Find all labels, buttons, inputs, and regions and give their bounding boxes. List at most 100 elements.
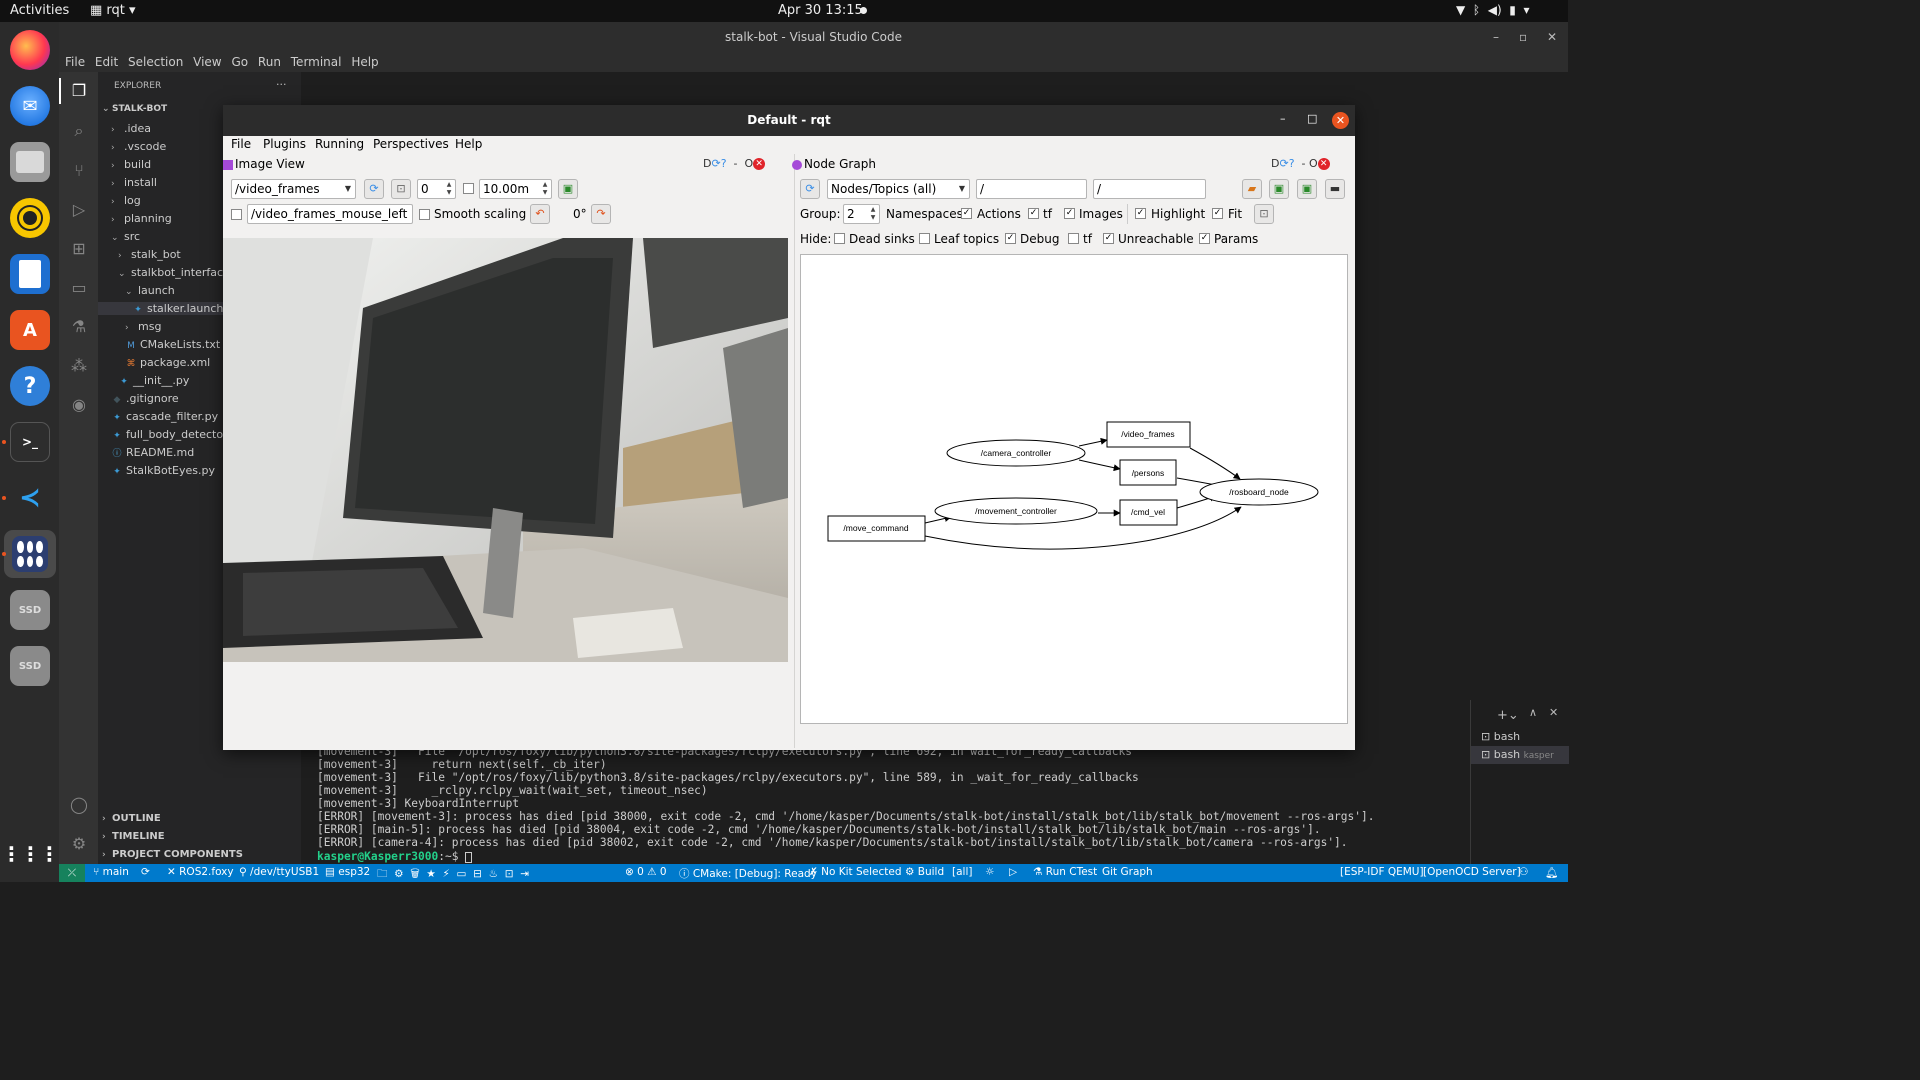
zoom-button[interactable]: ⊡ bbox=[391, 179, 411, 199]
project-components-section[interactable]: › PROJECT COMPONENTS bbox=[102, 849, 243, 860]
save-dot-icon[interactable]: ▣ bbox=[1269, 179, 1289, 199]
highlight-checkbox[interactable]: ✓ bbox=[1135, 208, 1146, 219]
notifications-bell-icon[interactable]: 🔔︎ bbox=[1545, 866, 1558, 879]
port-status[interactable]: ⚲ /dev/ttyUSB1 bbox=[239, 866, 319, 878]
duration-spinner[interactable]: 10.00m ▲ ▼ bbox=[479, 179, 552, 199]
debug-bug-icon[interactable]: ☼ bbox=[985, 866, 994, 878]
rqt-minimize-icon[interactable]: – bbox=[1280, 112, 1286, 125]
settings-gear-icon[interactable]: ⚙ bbox=[68, 833, 90, 855]
build-target[interactable]: [all] bbox=[952, 866, 972, 878]
writer-icon[interactable] bbox=[10, 254, 50, 294]
ros-icon[interactable]: ⁂ bbox=[68, 355, 90, 377]
rqt-menu-perspectives[interactable]: Perspectives bbox=[373, 137, 449, 151]
rqt-menu-running[interactable]: Running bbox=[315, 137, 364, 151]
search-icon[interactable]: ⌕ bbox=[68, 120, 90, 142]
files-icon[interactable] bbox=[10, 142, 50, 182]
dead-sinks-checkbox[interactable] bbox=[834, 233, 845, 244]
images-checkbox[interactable]: ✓ bbox=[1064, 208, 1075, 219]
rqt-menu-file[interactable]: File bbox=[231, 137, 251, 151]
refresh-topics-button[interactable]: ⟳ bbox=[364, 179, 384, 199]
params-checkbox[interactable]: ✓ bbox=[1199, 233, 1210, 244]
refresh-graph-button[interactable]: ⟳ bbox=[800, 179, 820, 199]
graph-topic-cmd-vel[interactable]: /cmd_vel bbox=[1119, 499, 1178, 526]
graph-topic-move-command[interactable]: /move_command bbox=[827, 515, 926, 542]
kit-status[interactable]: ✗ No Kit Selected bbox=[809, 866, 902, 878]
build-button[interactable]: ⚙ Build bbox=[905, 866, 944, 878]
terminal-prompt[interactable]: kasper@Kasperr3000:~$ bbox=[317, 850, 473, 863]
ctest-status[interactable]: ⚗ Run CTest bbox=[1033, 866, 1097, 878]
graph-node-movement-controller[interactable]: /movement_controller bbox=[934, 497, 1098, 525]
chevron-up-icon[interactable]: ∧ bbox=[1529, 706, 1537, 719]
node-filter-input[interactable]: / bbox=[976, 179, 1087, 199]
menu-edit[interactable]: Edit bbox=[95, 52, 118, 72]
rqt-menu-plugins[interactable]: Plugins bbox=[263, 137, 306, 151]
explorer-icon[interactable]: ❐ bbox=[68, 80, 90, 102]
ssd-drive-icon[interactable]: SSD bbox=[10, 590, 50, 630]
close-icon[interactable]: ✕ bbox=[1547, 22, 1557, 52]
topic-filter-input[interactable]: / bbox=[1093, 179, 1206, 199]
timeline-section[interactable]: › TIMELINE bbox=[102, 831, 165, 842]
show-apps-icon[interactable]: ⋮⋮⋮ bbox=[2, 834, 60, 874]
cmake-status[interactable]: ⓘ CMake: [Debug]: Ready bbox=[679, 866, 817, 881]
feedback-icon[interactable]: ⚇ bbox=[1519, 866, 1528, 878]
new-terminal-icon[interactable]: +⌄ bbox=[1497, 708, 1519, 723]
save-image-icon[interactable]: ▬ bbox=[1325, 179, 1345, 199]
graph-node-camera-controller[interactable]: /camera_controller bbox=[946, 439, 1086, 467]
branch-status[interactable]: ⑂ main bbox=[93, 866, 129, 878]
qemu-status[interactable]: [ESP-IDF QEMU] bbox=[1340, 866, 1424, 878]
rqt-menu-help[interactable]: Help bbox=[455, 137, 482, 151]
save-svg-icon[interactable]: ▣ bbox=[1297, 179, 1317, 199]
rqt-close-icon[interactable]: ✕ bbox=[1332, 112, 1349, 129]
graph-topic-persons[interactable]: /persons bbox=[1119, 459, 1177, 486]
run-debug-icon[interactable]: ▷ bbox=[68, 199, 90, 221]
tf-hide-checkbox[interactable] bbox=[1068, 233, 1079, 244]
smooth-scaling-checkbox[interactable] bbox=[419, 209, 430, 220]
menu-view[interactable]: View bbox=[193, 52, 221, 72]
graph-topic-video-frames[interactable]: /video_frames bbox=[1106, 421, 1191, 448]
app-menu[interactable]: ▦ rqt ▾ bbox=[90, 3, 136, 18]
menu-selection[interactable]: Selection bbox=[128, 52, 183, 72]
ssd-drive-icon[interactable]: SSD bbox=[10, 646, 50, 686]
testing-icon[interactable]: ⚗ bbox=[68, 316, 90, 338]
rotate-right-icon[interactable]: ↷ bbox=[591, 204, 611, 224]
menu-file[interactable]: File bbox=[65, 52, 85, 72]
image-view-dock-controls[interactable]: D⟳? - O ✕ bbox=[703, 157, 766, 170]
idf-tools-icons[interactable]: 🗀 ⚙ 🗑 ★ ⚡ ▭ ⊟ ♨ ⊡ ⇥ bbox=[377, 866, 529, 884]
graph-node-rosboard[interactable]: /rosboard_node bbox=[1199, 478, 1319, 506]
openocd-status[interactable]: [OpenOCD Server] bbox=[1423, 866, 1521, 878]
activities-button[interactable]: Activities bbox=[10, 3, 69, 18]
graph-mode-select[interactable]: Nodes/Topics (all) ▼ bbox=[827, 179, 970, 199]
node-graph-dock-controls[interactable]: D⟳? - O ✕ bbox=[1271, 157, 1330, 170]
mouse-publish-checkbox[interactable] bbox=[231, 209, 242, 220]
clock[interactable]: Apr 30 13:15 bbox=[778, 3, 863, 18]
camera-image[interactable] bbox=[223, 238, 788, 662]
help-icon[interactable]: ? bbox=[10, 366, 50, 406]
vscode-icon[interactable]: ≺ bbox=[10, 478, 50, 518]
fit-checkbox[interactable]: ✓ bbox=[1212, 208, 1223, 219]
thunderbird-icon[interactable]: ✉ bbox=[10, 86, 50, 126]
actions-checkbox[interactable]: ✓ bbox=[961, 208, 972, 219]
git-graph-button[interactable]: Git Graph bbox=[1102, 866, 1153, 878]
group-spinner[interactable]: 2 ▲ ▼ bbox=[843, 204, 880, 224]
account-icon[interactable]: ◯ bbox=[68, 794, 90, 816]
debug-checkbox[interactable]: ✓ bbox=[1005, 233, 1016, 244]
outline-section[interactable]: › OUTLINE bbox=[102, 813, 161, 824]
github-icon[interactable]: ◉ bbox=[68, 394, 90, 416]
close-panel-icon[interactable]: ✕ bbox=[1549, 706, 1558, 719]
leaf-topics-checkbox[interactable] bbox=[919, 233, 930, 244]
menu-run[interactable]: Run bbox=[258, 52, 281, 72]
save-image-button[interactable]: ▣ bbox=[558, 179, 578, 199]
minimize-icon[interactable]: – bbox=[1493, 22, 1499, 52]
node-graph-canvas[interactable]: /camera_controller /movement_controller … bbox=[800, 254, 1348, 724]
app-grid-icon[interactable] bbox=[4, 530, 56, 578]
splitter[interactable] bbox=[794, 154, 795, 748]
terminal-session[interactable]: ⊡ bash bbox=[1481, 730, 1520, 743]
fit-view-icon[interactable]: ⊡ bbox=[1254, 204, 1274, 224]
source-control-icon[interactable]: ⑂ bbox=[68, 160, 90, 182]
value-spinner[interactable]: 0 ▲ ▼ bbox=[417, 179, 456, 199]
firefox-icon[interactable] bbox=[10, 30, 50, 70]
problems-status[interactable]: ⊗ 0 ⚠ 0 bbox=[625, 866, 667, 878]
rotate-left-icon[interactable]: ↶ bbox=[530, 204, 550, 224]
software-icon[interactable]: A bbox=[10, 310, 50, 350]
load-dot-icon[interactable]: ▰ bbox=[1242, 179, 1262, 199]
